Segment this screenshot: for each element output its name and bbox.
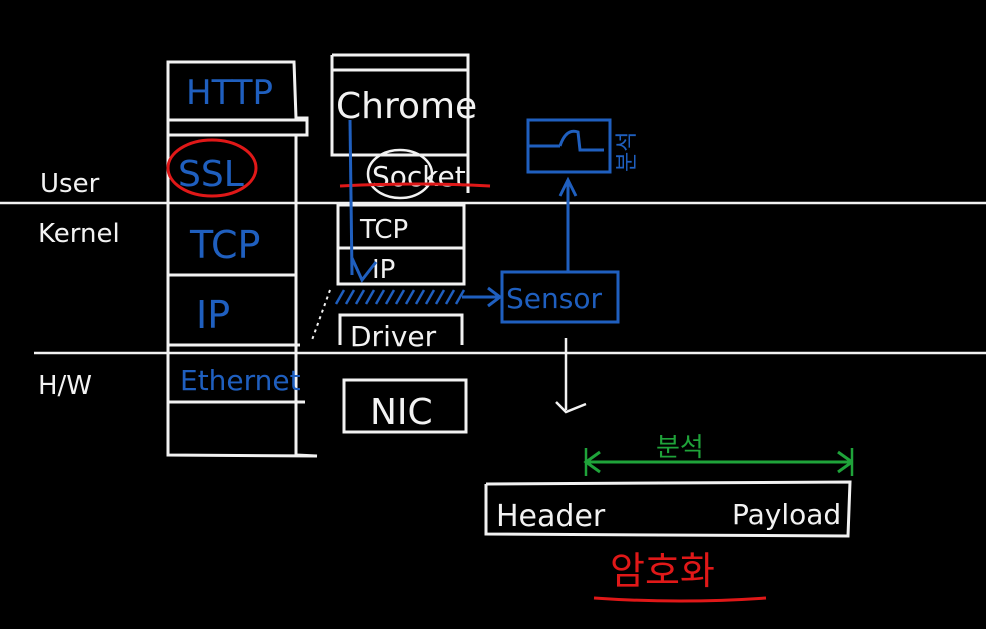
encrypted-label: 암호화: [610, 549, 715, 593]
packet-header: Header: [496, 499, 606, 534]
host-driver: Driver: [350, 320, 437, 353]
sensor-down-arrow: [555, 338, 587, 414]
osi-http: HTTP: [186, 73, 273, 113]
host-nic: NIC: [370, 392, 433, 433]
sensor-label: Sensor: [506, 282, 602, 315]
analysis-box: [526, 118, 612, 174]
host-tcp: TCP: [359, 215, 408, 245]
host-chrome: Chrome: [336, 86, 477, 127]
osi-ip: IP: [196, 293, 230, 337]
encrypted-underline: [593, 596, 767, 603]
user-layer-label: User: [40, 169, 100, 199]
tap-hatch: [334, 289, 466, 305]
tap-dotted-link: [311, 289, 331, 341]
packet-payload: Payload: [732, 498, 841, 531]
osi-ssl: SSL: [178, 154, 244, 195]
network-diagram: User Kernel H/W HTTP SSL TCP IP Ethernet…: [0, 53, 986, 603]
osi-tcp: TCP: [189, 223, 260, 267]
tap-to-sensor-arrow: [462, 286, 503, 308]
analysis-label: 분석: [615, 132, 640, 172]
sensor-up-arrow: [558, 176, 578, 272]
data-flow-arrow: [348, 119, 354, 276]
kernel-layer-label: Kernel: [38, 219, 120, 249]
host-socket: Socket: [372, 160, 466, 193]
osi-ethernet: Ethernet: [180, 364, 301, 397]
hw-layer-label: H/W: [38, 371, 92, 401]
host-ip: IP: [372, 255, 395, 285]
analysis-range-arrow: [583, 450, 853, 474]
range-label: 분석: [656, 433, 704, 463]
